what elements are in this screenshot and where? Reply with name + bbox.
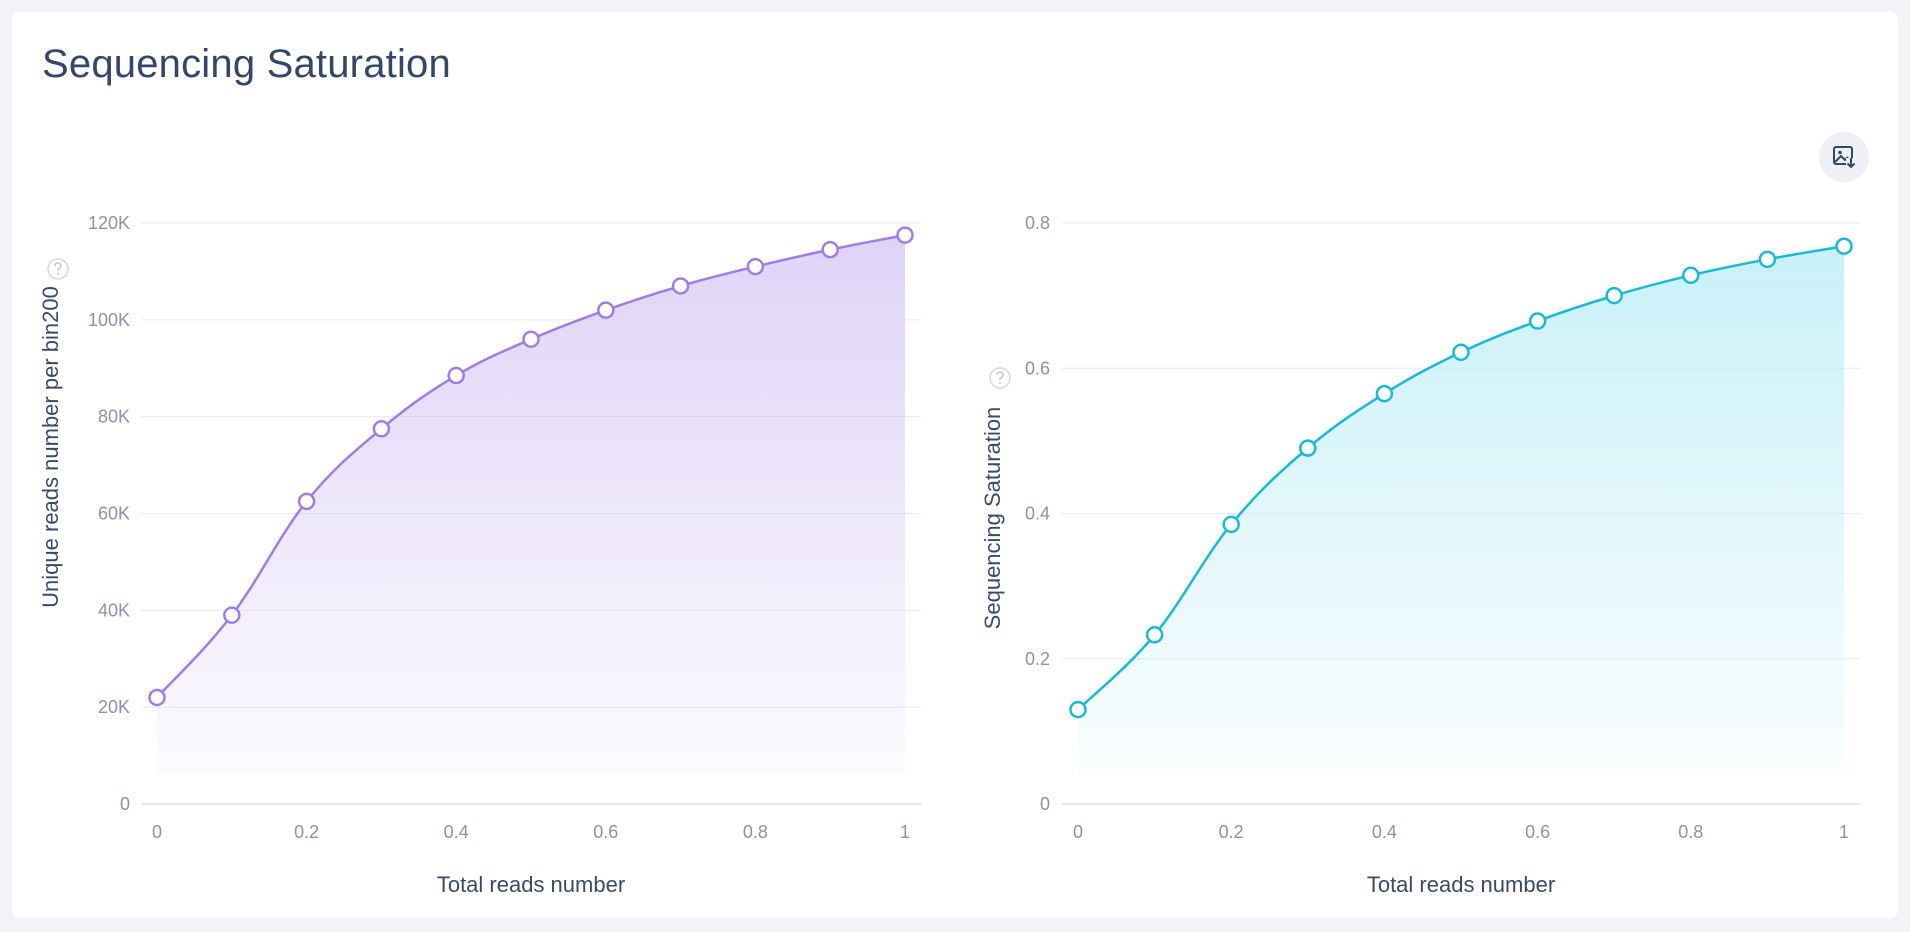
x-tick-label: 0 [1073,822,1083,842]
data-point [1452,343,1470,362]
x-axis-title: Total reads number [437,872,625,897]
data-point [821,240,839,259]
series-area [1078,246,1844,775]
x-tick-label: 1 [900,822,910,842]
data-point [1375,384,1394,403]
data-point [1145,626,1164,644]
y-tick-label: 0 [120,794,130,814]
data-point [1299,439,1317,457]
y-tick-label: 100K [88,310,130,330]
data-point [1069,700,1087,719]
data-point [223,606,241,624]
x-tick-label: 0.8 [1678,822,1703,842]
data-point [447,366,465,385]
y-tick-label: 0.6 [1025,358,1050,378]
x-tick-label: 0.2 [1219,822,1244,842]
y-tick-label: 0.4 [1025,504,1050,524]
data-point [1758,250,1777,269]
x-tick-label: 0 [152,822,162,842]
y-tick-label: 0.2 [1025,649,1050,669]
y-axis-title: Sequencing Saturation [980,407,1005,630]
x-tick-label: 1 [1839,822,1849,842]
x-tick-label: 0.6 [1525,822,1550,842]
y-tick-label: 0.8 [1025,213,1050,233]
data-point [896,226,914,244]
data-point [1682,266,1700,285]
help-icon [47,258,69,280]
y-axis-title: Unique reads number per bin200 [38,286,63,608]
x-tick-label: 0.6 [593,822,618,842]
help-icon [989,367,1011,389]
y-tick-label: 120K [88,213,130,233]
x-tick-label: 0.2 [294,822,319,842]
y-tick-label: 0 [1040,794,1050,814]
data-point [1528,312,1547,330]
series-area [157,235,905,774]
charts-svg: 0 20K 40K 60K 80K 100K 120K 0 0.2 0.4 0.6 0.8 1 Total… [38,213,1860,897]
x-tick-label: 0.4 [444,822,469,842]
data-point [372,420,391,438]
y-tick-label: 60K [98,504,130,524]
data-point [1605,286,1623,305]
data-point [746,257,765,276]
data-point [1222,515,1240,534]
data-point [148,688,166,707]
data-point [671,277,690,295]
data-point [597,301,615,319]
data-point [522,330,540,348]
x-tick-label: 0.4 [1372,822,1397,842]
y-tick-label: 40K [98,600,130,620]
chart-2: 0 0.2 0.4 0.6 0.8 0 0.2 0.4 0.6 0.8 1 Total reads n… [980,213,1860,897]
chart-1: 0 20K 40K 60K 80K 100K 120K 0 0.2 0.4 0.6 0.8 1 Total… [38,213,921,897]
y-tick-label: 20K [98,697,130,717]
data-point [297,492,316,511]
x-tick-label: 0.8 [743,822,768,842]
data-point [1835,237,1853,255]
y-tick-label: 80K [98,407,130,427]
x-axis-title: Total reads number [1367,872,1555,897]
